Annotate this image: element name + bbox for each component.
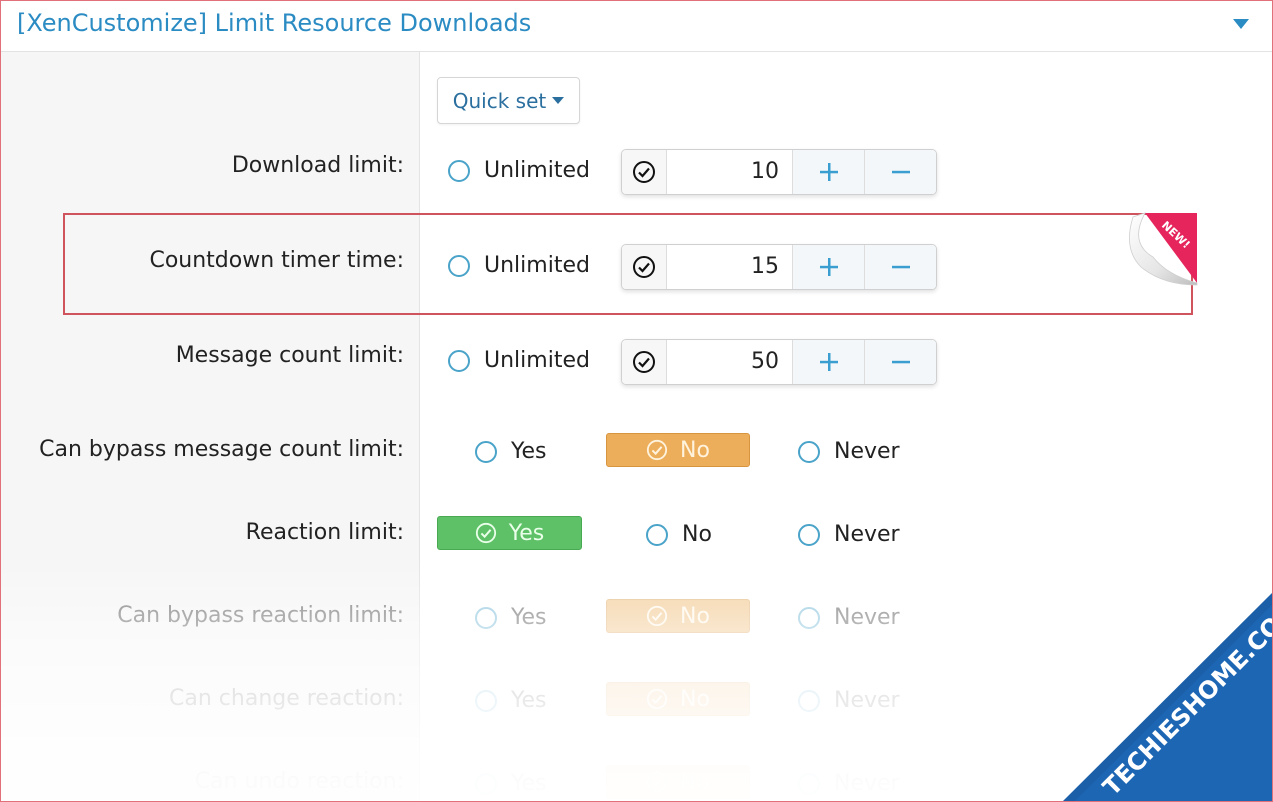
download-limit-unlimited-radio[interactable] — [448, 160, 470, 182]
change-reaction-no-option[interactable]: No — [606, 682, 750, 716]
caret-down-icon[interactable] — [1232, 18, 1250, 30]
bypass-message-count-no-label: No — [680, 437, 710, 463]
message-count-increment-button[interactable] — [792, 340, 864, 384]
countdown-timer-stepper: 15 — [621, 244, 937, 290]
reaction-limit-no-radio[interactable] — [646, 524, 668, 546]
change-reaction-no-label: No — [680, 686, 710, 712]
reaction-limit-label: Reaction limit: — [245, 520, 404, 545]
check-circle-icon — [646, 605, 668, 627]
change-reaction-label: Can change reaction: — [169, 686, 404, 711]
bypass-reaction-limit-no-option[interactable]: No — [606, 599, 750, 633]
check-circle-icon — [646, 688, 668, 710]
reaction-limit-row: Reaction limit: Yes No Never — [1, 509, 1272, 561]
bypass-message-count-label: Can bypass message count limit: — [39, 437, 404, 462]
plus-icon — [819, 258, 838, 276]
undo-reaction-no-label: No — [680, 769, 710, 795]
message-count-value-input[interactable]: 50 — [667, 340, 791, 384]
bypass-message-count-row: Can bypass message count limit: Yes No N… — [1, 426, 1272, 478]
reaction-limit-never-radio[interactable] — [798, 524, 820, 546]
download-limit-decrement-button[interactable] — [864, 150, 936, 194]
change-reaction-yes-label: Yes — [511, 688, 547, 713]
message-count-unlimited-label: Unlimited — [484, 348, 590, 373]
panel-header[interactable]: [XenCustomize] Limit Resource Downloads — [1, 1, 1272, 52]
minus-icon — [891, 265, 910, 269]
download-limit-label: Download limit: — [231, 153, 404, 178]
bypass-message-count-never-label: Never — [834, 439, 900, 464]
countdown-timer-increment-button[interactable] — [792, 245, 864, 289]
undo-reaction-never-label: Never — [834, 771, 900, 796]
bypass-reaction-limit-never-label: Never — [834, 605, 900, 630]
bypass-reaction-limit-yes-label: Yes — [511, 605, 547, 630]
undo-reaction-no-option[interactable]: No — [606, 765, 750, 799]
download-limit-value-input[interactable]: 10 — [667, 150, 791, 194]
undo-reaction-never-radio[interactable] — [798, 773, 820, 795]
bypass-reaction-limit-label: Can bypass reaction limit: — [117, 603, 404, 628]
download-limit-unlimited-label: Unlimited — [484, 158, 590, 183]
download-limit-row: Download limit: Unlimited 10 — [1, 141, 1272, 201]
minus-icon — [891, 360, 910, 364]
countdown-timer-label: Countdown timer time: — [149, 248, 404, 273]
download-limit-increment-button[interactable] — [792, 150, 864, 194]
message-count-row: Message count limit: Unlimited 50 — [1, 331, 1272, 391]
minus-icon — [891, 170, 910, 174]
bypass-message-count-never-radio[interactable] — [798, 441, 820, 463]
download-limit-stepper: 10 — [621, 149, 937, 195]
message-count-unlimited-radio[interactable] — [448, 350, 470, 372]
bypass-message-count-yes-radio[interactable] — [475, 441, 497, 463]
reaction-limit-yes-option[interactable]: Yes — [437, 516, 582, 550]
chevron-down-icon — [552, 97, 565, 104]
reaction-limit-no-label: No — [682, 522, 712, 547]
undo-reaction-yes-radio[interactable] — [475, 773, 497, 795]
check-circle-icon[interactable] — [622, 150, 667, 194]
plus-icon — [819, 163, 838, 181]
reaction-limit-never-label: Never — [834, 522, 900, 547]
undo-reaction-label: Can undo reaction: — [194, 769, 404, 794]
countdown-timer-row: Countdown timer time: Unlimited 15 — [1, 236, 1272, 296]
check-circle-icon[interactable] — [622, 245, 667, 289]
check-circle-icon[interactable] — [622, 340, 667, 384]
bypass-message-count-yes-label: Yes — [511, 439, 547, 464]
undo-reaction-yes-label: Yes — [511, 771, 547, 796]
message-count-label: Message count limit: — [175, 343, 404, 368]
quick-set-button[interactable]: Quick set — [437, 77, 580, 124]
options-panel: [XenCustomize] Limit Resource Downloads … — [0, 0, 1273, 802]
bypass-reaction-limit-yes-radio[interactable] — [475, 607, 497, 629]
bypass-reaction-limit-never-radio[interactable] — [798, 607, 820, 629]
check-circle-icon — [475, 522, 496, 544]
message-count-decrement-button[interactable] — [864, 340, 936, 384]
reaction-limit-yes-label: Yes — [508, 520, 545, 546]
check-circle-icon — [646, 771, 668, 793]
techieshome-watermark: TECHIESHOME.COM — [1063, 592, 1272, 801]
countdown-timer-decrement-button[interactable] — [864, 245, 936, 289]
panel-title: [XenCustomize] Limit Resource Downloads — [17, 9, 532, 37]
new-badge-ribbon: NEW! — [1129, 212, 1198, 286]
check-circle-icon — [646, 439, 668, 461]
message-count-stepper: 50 — [621, 339, 937, 385]
quick-set-label: Quick set — [452, 88, 547, 113]
bypass-message-count-no-option[interactable]: No — [606, 433, 750, 467]
change-reaction-never-radio[interactable] — [798, 690, 820, 712]
change-reaction-yes-radio[interactable] — [475, 690, 497, 712]
countdown-timer-unlimited-label: Unlimited — [484, 253, 590, 278]
bypass-reaction-limit-no-label: No — [680, 603, 710, 629]
countdown-timer-value-input[interactable]: 15 — [667, 245, 791, 289]
change-reaction-never-label: Never — [834, 688, 900, 713]
plus-icon — [819, 353, 838, 371]
countdown-timer-unlimited-radio[interactable] — [448, 255, 470, 277]
